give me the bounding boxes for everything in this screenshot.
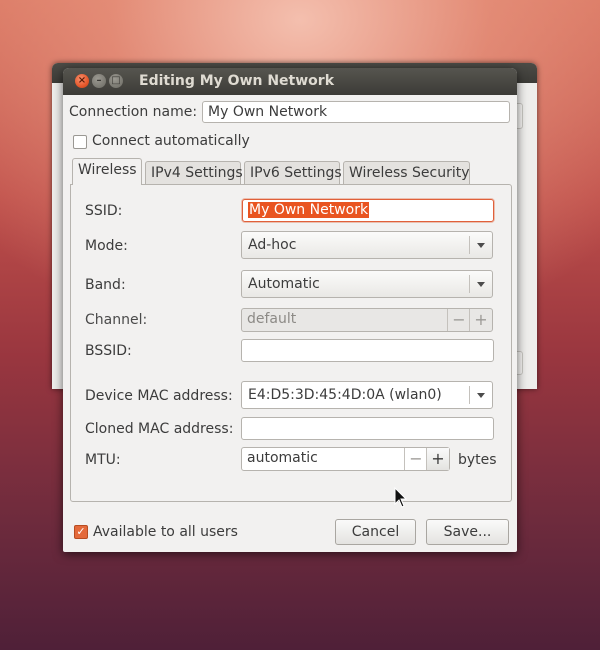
band-dropdown[interactable]: Automatic [241,270,493,298]
available-to-all-users-checkbox[interactable]: ✓ [74,525,88,539]
channel-increment-button[interactable]: + [469,309,492,331]
ssid-selected-text: My Own Network [248,202,370,218]
channel-decrement-button[interactable]: − [447,309,470,331]
device-mac-label: Device MAC address: [85,388,233,404]
edit-connection-dialog: × – □ Editing My Own Network Connection … [63,68,517,552]
tab-wireless-security[interactable]: Wireless Security [343,161,470,184]
mtu-value: automatic [247,450,318,466]
band-dropdown-separator [469,275,470,293]
bssid-label: BSSID: [85,343,132,359]
mode-value: Ad-hoc [248,237,297,253]
chevron-down-icon [477,243,485,248]
tab-ipv4-settings[interactable]: IPv4 Settings [145,161,243,184]
chevron-down-icon [477,393,485,398]
wireless-panel: SSID: My Own Network Mode: Ad-hoc Band: … [70,184,512,502]
ssid-input[interactable]: My Own Network [242,199,494,222]
device-mac-separator [469,386,470,404]
channel-spinbutton[interactable]: default − + [241,308,493,332]
tab-wireless[interactable]: Wireless [72,158,142,185]
window-title: Editing My Own Network [139,73,335,89]
titlebar: × – □ Editing My Own Network [63,68,517,95]
connect-automatically-label: Connect automatically [92,133,250,149]
available-to-all-users-label: Available to all users [93,524,238,540]
tab-ipv6-settings[interactable]: IPv6 Settings [244,161,342,184]
connection-name-label: Connection name: [69,104,198,120]
maximize-icon[interactable]: □ [109,74,123,88]
mode-label: Mode: [85,238,128,254]
band-value: Automatic [248,276,320,292]
mtu-unit-label: bytes [458,452,497,468]
band-label: Band: [85,277,126,293]
device-mac-value: E4:D5:3D:45:4D:0A (wlan0) [248,387,442,403]
mouse-pointer-icon [394,487,408,508]
cancel-button[interactable]: Cancel [335,519,416,545]
ssid-label: SSID: [85,203,123,219]
chevron-down-icon [477,282,485,287]
save-button[interactable]: Save... [426,519,509,545]
connect-automatically-checkbox[interactable] [73,135,87,149]
mtu-spinbutton[interactable]: automatic − + [241,447,450,471]
connection-name-input[interactable]: My Own Network [202,101,510,123]
cloned-mac-input[interactable] [241,417,494,440]
mtu-decrement-button[interactable]: − [404,448,427,470]
bssid-input[interactable] [241,339,494,362]
mtu-label: MTU: [85,452,121,468]
minimize-icon[interactable]: – [92,74,106,88]
cloned-mac-label: Cloned MAC address: [85,421,234,437]
device-mac-combo[interactable]: E4:D5:3D:45:4D:0A (wlan0) [241,381,493,409]
mode-dropdown[interactable]: Ad-hoc [241,231,493,259]
check-icon: ✓ [76,525,86,538]
close-icon[interactable]: × [75,74,89,88]
mode-dropdown-separator [469,236,470,254]
channel-value: default [247,311,297,327]
channel-label: Channel: [85,312,148,328]
mtu-increment-button[interactable]: + [426,448,449,470]
